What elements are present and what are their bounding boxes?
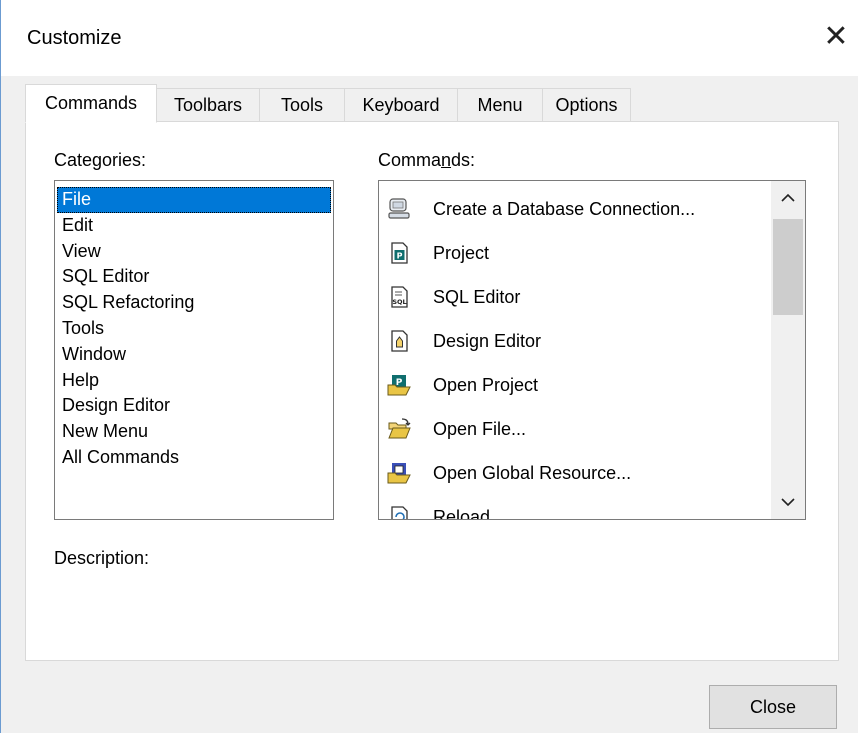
category-item-design-editor[interactable]: Design Editor <box>57 393 331 419</box>
categories-label-part: ories: <box>102 150 147 170</box>
command-item[interactable]: Open File... <box>379 407 771 451</box>
title-bar: Customize ✕ <box>1 0 858 76</box>
command-item[interactable]: Reload <box>379 495 771 520</box>
command-label: Open Global Resource... <box>433 462 632 483</box>
commands-list[interactable]: Create a Database Connection... P Projec… <box>378 180 806 520</box>
commands-label-part: Comma <box>378 150 442 170</box>
scroll-up-icon[interactable] <box>771 181 805 215</box>
categories-label-accesskey: g <box>92 150 103 170</box>
commands-tab-panel: Categories: File Edit View SQL Editor SQ… <box>25 121 839 661</box>
command-label: Reload <box>433 506 491 520</box>
command-label: Open File... <box>433 418 527 439</box>
tab-strip: Commands Toolbars Tools Keyboard Menu Op… <box>25 84 645 123</box>
category-item-sql-refactoring[interactable]: SQL Refactoring <box>57 290 331 316</box>
command-label: SQL Editor <box>433 286 521 307</box>
sql-editor-icon: SQL <box>387 285 411 309</box>
tab-tools[interactable]: Tools <box>259 88 345 122</box>
category-item-all-commands[interactable]: All Commands <box>57 445 331 471</box>
design-editor-icon <box>387 329 411 353</box>
tab-toolbars[interactable]: Toolbars <box>156 88 260 122</box>
command-item[interactable]: SQL SQL Editor <box>379 275 771 319</box>
tab-menu[interactable]: Menu <box>457 88 543 122</box>
open-file-icon <box>387 417 411 441</box>
close-button[interactable]: Close <box>709 685 837 729</box>
category-item-sql-editor[interactable]: SQL Editor <box>57 264 331 290</box>
commands-scrollbar[interactable] <box>771 181 805 519</box>
customize-dialog: Customize ✕ Commands Toolbars Tools Keyb… <box>0 0 858 733</box>
categories-label-part: Cate <box>54 150 93 170</box>
command-label: Project <box>433 242 490 263</box>
category-item-edit[interactable]: Edit <box>57 213 331 239</box>
svg-text:P: P <box>397 252 403 261</box>
command-item[interactable]: P Open Project <box>379 363 771 407</box>
category-item-tools[interactable]: Tools <box>57 316 331 342</box>
command-item[interactable]: Open Global Resource... <box>379 451 771 495</box>
tab-commands[interactable]: Commands <box>25 84 157 123</box>
description-label: Description: <box>54 548 150 568</box>
open-global-resource-icon <box>387 461 411 485</box>
category-item-file[interactable]: File <box>57 187 331 213</box>
project-icon: P <box>387 241 411 265</box>
svg-text:SQL: SQL <box>392 298 406 306</box>
command-item[interactable]: Design Editor <box>379 319 771 363</box>
category-item-window[interactable]: Window <box>57 342 331 368</box>
reload-icon <box>387 505 411 519</box>
close-icon[interactable]: ✕ <box>819 20 853 54</box>
commands-label-part: ds: <box>451 150 476 170</box>
command-item[interactable]: Create a Database Connection... <box>379 187 771 231</box>
tab-keyboard[interactable]: Keyboard <box>344 88 458 122</box>
category-item-view[interactable]: View <box>57 239 331 265</box>
command-item[interactable]: P Project <box>379 231 771 275</box>
category-item-help[interactable]: Help <box>57 368 331 394</box>
categories-label: Categories: <box>54 150 146 171</box>
dialog-title: Customize <box>27 27 122 49</box>
category-item-new-menu[interactable]: New Menu <box>57 419 331 445</box>
scroll-down-icon[interactable] <box>771 485 805 519</box>
open-project-icon: P <box>387 373 411 397</box>
database-connection-icon <box>387 197 411 221</box>
command-label: Open Project <box>433 374 539 395</box>
scrollbar-thumb[interactable] <box>773 219 803 315</box>
command-label: Design Editor <box>433 330 542 351</box>
commands-label-accesskey: n <box>441 150 452 170</box>
command-label: Create a Database Connection... <box>433 198 696 219</box>
commands-label: Commands: <box>378 150 475 171</box>
categories-list[interactable]: File Edit View SQL Editor SQL Refactorin… <box>54 180 334 520</box>
tab-options[interactable]: Options <box>542 88 631 122</box>
